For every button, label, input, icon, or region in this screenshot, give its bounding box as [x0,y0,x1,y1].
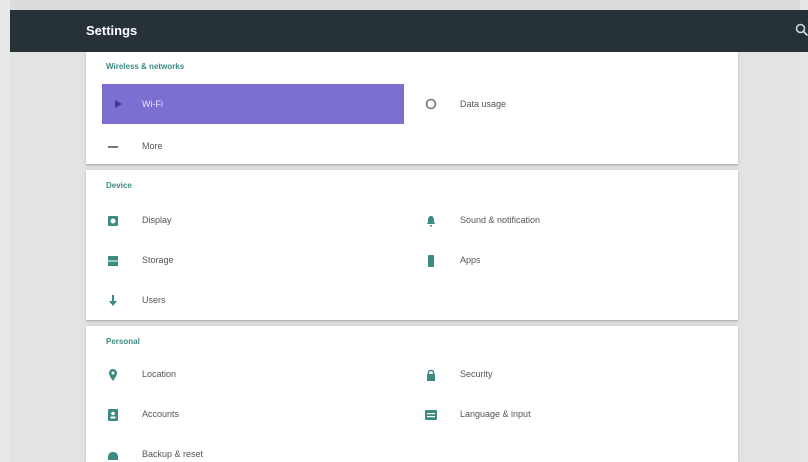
section-wireless-networks: Wireless & networks Wi-Fi Data usage Mor… [86,52,738,164]
display-icon [106,214,120,228]
setting-label: Wi-Fi [142,99,163,109]
wifi-icon [112,97,126,111]
setting-label: Backup & reset [142,449,204,459]
section-personal: Personal Location Security Accounts Lang… [86,326,738,462]
setting-item-backup-reset[interactable]: Backup & reset [106,436,396,462]
apps-icon [424,254,438,268]
data-usage-icon [424,97,438,111]
setting-label: Display [142,215,172,225]
setting-item-security[interactable]: Security [424,356,714,392]
setting-item-storage[interactable]: Storage [106,242,396,278]
left-background [10,52,86,462]
setting-label: Users [142,295,166,305]
setting-item-users[interactable]: Users [106,282,396,318]
sound-icon [424,214,438,228]
setting-label: Apps [460,255,481,265]
accounts-icon [106,408,120,422]
users-icon [106,294,120,308]
setting-item-sound-notification[interactable]: Sound & notification [424,202,714,238]
language-icon [424,408,438,422]
setting-label: Sound & notification [460,215,541,225]
setting-label: Security [460,369,493,379]
security-icon [424,368,438,382]
setting-item-apps[interactable]: Apps [424,242,714,278]
right-gutter [800,0,808,462]
setting-label: Storage [142,255,174,265]
app-title: Settings [86,23,138,38]
setting-item-display[interactable]: Display [106,202,396,238]
left-gutter [0,0,10,462]
setting-item-more[interactable]: More [106,128,396,164]
storage-icon [106,254,120,268]
search-icon[interactable] [794,22,808,38]
setting-item-language-input[interactable]: Language & input [424,396,714,432]
section-header: Personal [106,337,140,346]
app-bar: Settings [10,10,808,52]
location-icon [106,368,120,382]
right-background [738,52,800,462]
setting-item-location[interactable]: Location [106,356,396,392]
more-icon [106,140,120,154]
setting-item-wifi[interactable]: Wi-Fi [102,84,404,124]
backup-icon [106,448,120,462]
setting-label: More [142,141,163,151]
setting-label: Location [142,369,177,379]
setting-item-accounts[interactable]: Accounts [106,396,396,432]
section-header: Wireless & networks [106,62,185,71]
setting-label: Accounts [142,409,180,419]
setting-item-data-usage[interactable]: Data usage [424,84,714,124]
section-device: Device Display Sound & notification Stor… [86,170,738,320]
section-header: Device [106,181,132,190]
setting-label: Language & input [460,409,531,419]
setting-label: Data usage [460,99,507,109]
